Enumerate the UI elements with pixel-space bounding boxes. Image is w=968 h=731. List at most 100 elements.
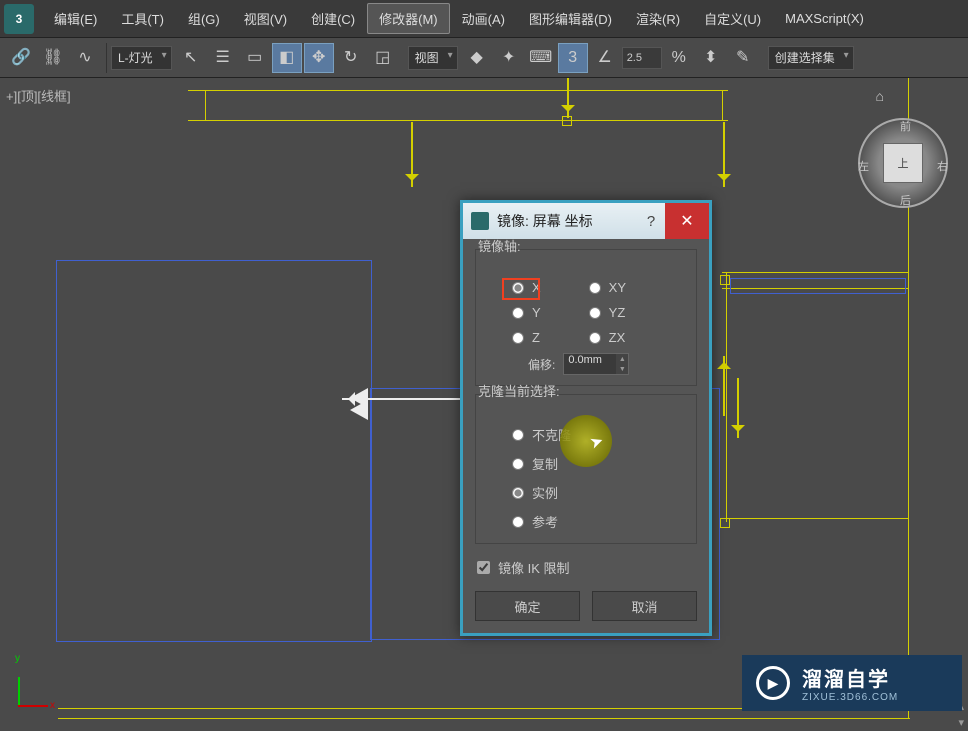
viewcube-south[interactable]: 后 (900, 192, 911, 208)
rect-icon: ▭ (247, 50, 262, 66)
mirror-ik-checkbox[interactable]: 镜像 IK 限制 (475, 552, 697, 583)
rotate-button[interactable]: ↻ (336, 43, 366, 73)
select-name-button[interactable]: ☰ (208, 43, 238, 73)
radio-axis-xy[interactable]: XY (585, 278, 630, 297)
viewcube-north[interactable]: 前 (900, 118, 911, 134)
clone-group: 克隆当前选择: 不克隆 复制 实例 参考 (475, 394, 697, 544)
spinner-icon: ⬍ (704, 50, 717, 66)
handle-icon (562, 116, 572, 126)
radio-clone-none[interactable]: 不克隆 (508, 423, 684, 446)
named-selection-dropdown[interactable]: 创建选择集 (768, 46, 854, 70)
snap-3d-button[interactable]: 3 (558, 43, 588, 73)
radio-axis-yz[interactable]: YZ (585, 303, 630, 322)
menu-graph-editors[interactable]: 图形编辑器(D) (517, 3, 624, 34)
view-cube[interactable]: 上 前 后 左 右 (858, 118, 948, 208)
unlink-icon: ⛓ (43, 50, 63, 66)
main-toolbar: 🔗 ⛓ ∿ L-灯光 ↖ ☰ ▭ ◧ ✥ ↻ ◲ 视图 ◆ ✦ ⌨ 3 ∠ 2.… (0, 38, 968, 78)
dialog-titlebar[interactable]: 镜像: 屏幕 坐标 ? ✕ (463, 203, 709, 239)
keyboard-button[interactable]: ⌨ (526, 43, 556, 73)
window-icon: ◧ (279, 50, 294, 66)
menu-modifiers[interactable]: 修改器(M) (367, 3, 450, 34)
watermark-url: ZIXUE.3D66.COM (802, 692, 898, 703)
group-label: 镜像轴: (476, 236, 523, 255)
offset-input[interactable]: 0.0mm ▲▼ (563, 353, 629, 375)
percent-icon: % (672, 50, 686, 66)
menu-tools[interactable]: 工具(T) (109, 3, 176, 34)
select-window-button[interactable]: ◧ (272, 43, 302, 73)
bind-button[interactable]: ∿ (70, 43, 100, 73)
radio-clone-instance[interactable]: 实例 (508, 481, 684, 504)
arrow-down-icon (411, 122, 413, 187)
menu-customize[interactable]: 自定义(U) (692, 3, 773, 34)
wire-line (58, 718, 910, 719)
radio-axis-zx[interactable]: ZX (585, 328, 630, 347)
edit-named-button[interactable]: ✎ (728, 43, 758, 73)
arrow-up-icon (723, 356, 725, 416)
menu-edit[interactable]: 编辑(E) (42, 3, 109, 34)
group-label: 克隆当前选择: (476, 381, 562, 400)
move-button[interactable]: ✥ (304, 43, 334, 73)
radio-axis-z[interactable]: Z (508, 328, 545, 347)
viewcube-face[interactable]: 上 (883, 143, 923, 183)
link-icon: 🔗 (11, 50, 31, 66)
cancel-button[interactable]: 取消 (592, 591, 697, 621)
radio-clone-reference[interactable]: 参考 (508, 510, 684, 533)
viewcube-east[interactable]: 右 (937, 158, 948, 174)
spinner-up-icon[interactable]: ▲ (616, 354, 628, 364)
nav-down-icon[interactable]: ▾ (958, 716, 964, 729)
bind-icon: ∿ (78, 50, 91, 66)
help-button[interactable]: ? (637, 203, 665, 239)
handle-icon (720, 518, 730, 528)
snap3d-icon: 3 (568, 50, 577, 66)
link-button[interactable]: 🔗 (6, 43, 36, 73)
select-button[interactable]: ↖ (176, 43, 206, 73)
watermark: ▶ 溜溜自学 ZIXUE.3D66.COM (742, 655, 962, 711)
axis-x-label: x (50, 700, 55, 711)
angle-snap-button[interactable]: ∠ (590, 43, 620, 73)
arrow-down-icon (737, 378, 739, 438)
manip-button[interactable]: ✦ (494, 43, 524, 73)
manip-icon: ✦ (502, 50, 515, 66)
menu-create[interactable]: 创建(C) (299, 3, 367, 34)
pivot-button[interactable]: ◆ (462, 43, 492, 73)
pivot-icon: ◆ (471, 50, 483, 66)
play-icon: ▶ (756, 666, 790, 700)
edit-icon: ✎ (736, 50, 749, 66)
spinner-snap-button[interactable]: ⬍ (696, 43, 726, 73)
radio-clone-copy[interactable]: 复制 (508, 452, 684, 475)
close-button[interactable]: ✕ (665, 203, 709, 239)
scale-button[interactable]: ◲ (368, 43, 398, 73)
radio-axis-y[interactable]: Y (508, 303, 545, 322)
wire-line (188, 120, 728, 121)
mirror-dialog: 镜像: 屏幕 坐标 ? ✕ 镜像轴: X Y Z XY YZ ZX 偏移: (460, 200, 712, 636)
menu-view[interactable]: 视图(V) (232, 3, 299, 34)
radio-axis-x[interactable]: X (508, 278, 545, 297)
ok-button[interactable]: 确定 (475, 591, 580, 621)
coord-system-dropdown[interactable]: 视图 (408, 46, 458, 70)
handle-icon (720, 275, 730, 285)
selection-rect (730, 278, 906, 294)
watermark-title: 溜溜自学 (802, 663, 898, 692)
home-icon[interactable]: ⌂ (876, 88, 884, 104)
menu-group[interactable]: 组(G) (176, 3, 232, 34)
wire-line (188, 90, 728, 91)
select-rect-button[interactable]: ▭ (240, 43, 270, 73)
menu-maxscript[interactable]: MAXScript(X) (773, 5, 876, 32)
viewcube-west[interactable]: 左 (858, 158, 869, 174)
angle-value[interactable]: 2.5 (622, 47, 662, 69)
arrow-down-icon (567, 78, 569, 118)
menu-bar: 3 编辑(E) 工具(T) 组(G) 视图(V) 创建(C) 修改器(M) 动画… (0, 0, 968, 38)
menu-animation[interactable]: 动画(A) (450, 3, 517, 34)
spinner-down-icon[interactable]: ▼ (616, 364, 628, 374)
app-logo[interactable]: 3 (4, 4, 34, 34)
menu-rendering[interactable]: 渲染(R) (624, 3, 692, 34)
dialog-icon (471, 212, 489, 230)
list-icon: ☰ (216, 50, 230, 66)
percent-snap-button[interactable]: % (664, 43, 694, 73)
unlink-button[interactable]: ⛓ (38, 43, 68, 73)
rotate-icon: ↻ (344, 50, 357, 66)
viewport-label[interactable]: +][顶][线框] (6, 86, 71, 105)
axis-gizmo: y x (18, 667, 58, 707)
selection-filter-dropdown[interactable]: L-灯光 (111, 46, 172, 70)
arrow-left-head-icon (340, 400, 368, 420)
